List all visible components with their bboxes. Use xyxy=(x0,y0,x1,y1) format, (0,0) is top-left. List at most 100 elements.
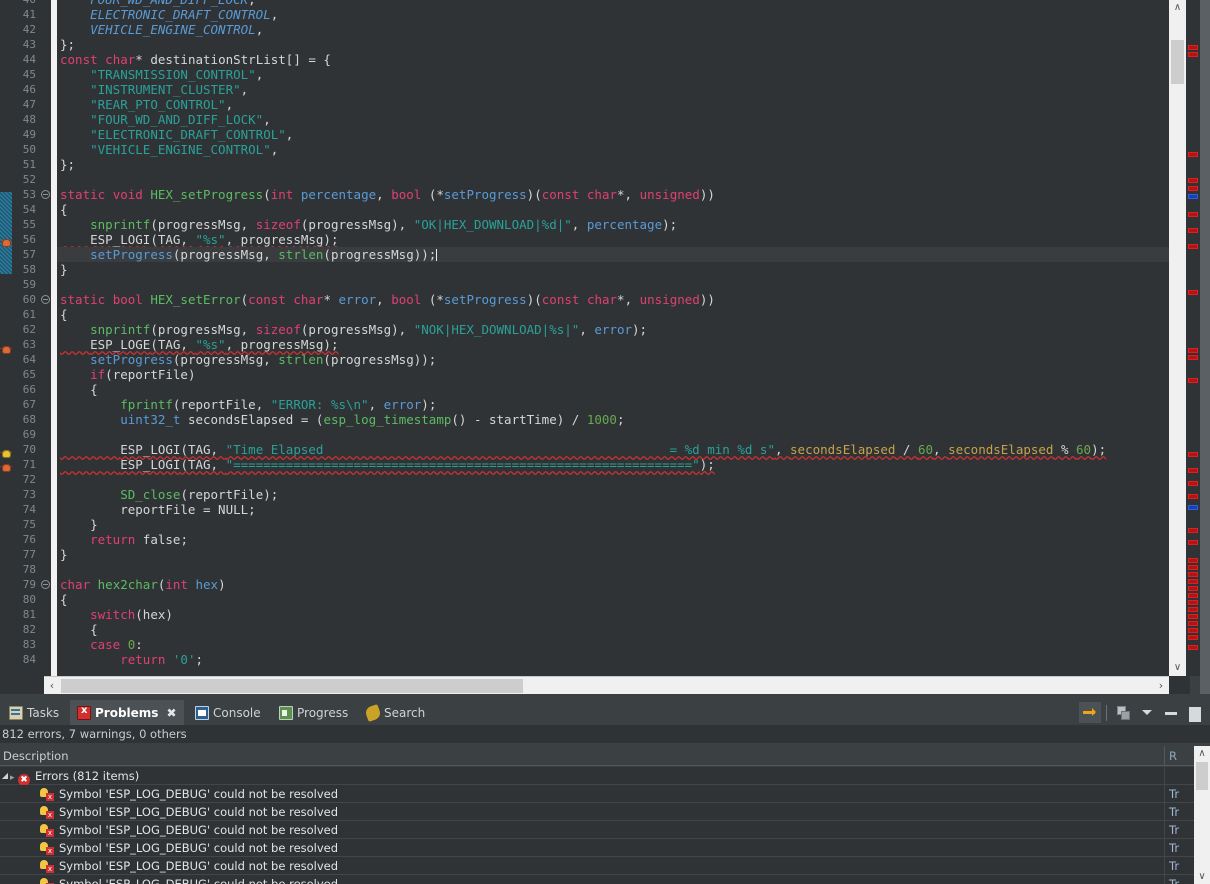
code-line[interactable]: } xyxy=(57,547,1190,562)
code-line[interactable]: { xyxy=(57,307,1190,322)
code-line[interactable]: ESP_LOGI(TAG, "%s", progressMsg); xyxy=(57,232,1190,247)
problems-table-header[interactable]: Description R xyxy=(0,746,1210,766)
overview-error-marker[interactable] xyxy=(1188,468,1198,473)
tab-search[interactable]: Search xyxy=(359,700,432,725)
code-line[interactable]: "FOUR_WD_AND_DIFF_LOCK", xyxy=(57,112,1190,127)
code-line[interactable]: static bool HEX_setError(const char* err… xyxy=(57,292,1190,307)
code-line[interactable] xyxy=(57,277,1190,292)
code-line[interactable]: case 0: xyxy=(57,637,1190,652)
problem-description-cell[interactable]: Symbol 'ESP_LOG_DEBUG' could not be reso… xyxy=(0,875,1165,884)
code-line[interactable]: "VEHICLE_ENGINE_CONTROL", xyxy=(57,142,1190,157)
code-line[interactable]: } xyxy=(57,517,1190,532)
code-line[interactable]: const char* destinationStrList[] = { xyxy=(57,52,1190,67)
problems-group-row[interactable]: ◢ ▸ ✖ Errors (812 items) xyxy=(0,767,1194,785)
code-line[interactable] xyxy=(57,427,1190,442)
code-line[interactable]: static void HEX_setProgress(int percenta… xyxy=(57,187,1190,202)
fold-collapse-icon[interactable] xyxy=(41,295,50,304)
code-line[interactable]: ELECTRONIC_DRAFT_CONTROL, xyxy=(57,7,1190,22)
overview-error-marker[interactable] xyxy=(1188,579,1198,584)
code-line[interactable]: "INSTRUMENT_CLUSTER", xyxy=(57,82,1190,97)
overview-error-marker[interactable] xyxy=(1188,494,1198,499)
code-line[interactable]: SD_close(reportFile); xyxy=(57,487,1190,502)
code-line[interactable]: "TRANSMISSION_CONTROL", xyxy=(57,67,1190,82)
overview-error-marker[interactable] xyxy=(1188,528,1198,533)
code-line[interactable]: { xyxy=(57,202,1190,217)
problems-table-body[interactable]: ◢▸✖ Errors (812 items) Symbol 'ESP_LOG_DEB… xyxy=(0,767,1194,884)
overview-error-marker[interactable] xyxy=(1188,614,1198,619)
overview-error-marker[interactable] xyxy=(1188,607,1198,612)
overview-error-marker[interactable] xyxy=(1188,635,1198,640)
scroll-down-arrow-icon[interactable]: ∨ xyxy=(1169,660,1186,676)
overview-task-marker[interactable] xyxy=(1188,194,1198,199)
overview-error-marker[interactable] xyxy=(1188,600,1198,605)
view-menu-filters-button[interactable] xyxy=(1112,702,1134,723)
overview-error-marker[interactable] xyxy=(1188,452,1198,457)
maximize-button[interactable] xyxy=(1184,702,1206,723)
tab-problems[interactable]: Problems ✖ xyxy=(70,700,184,725)
error-marker-icon[interactable] xyxy=(0,344,14,356)
overview-error-marker[interactable] xyxy=(1188,186,1198,191)
overview-error-marker[interactable] xyxy=(1188,481,1198,486)
error-marker-icon[interactable] xyxy=(0,237,14,249)
fold-collapse-icon[interactable] xyxy=(41,190,50,199)
overview-error-marker[interactable] xyxy=(1188,45,1198,50)
code-line[interactable]: return '0'; xyxy=(57,652,1190,667)
overview-error-marker[interactable] xyxy=(1188,152,1198,157)
scroll-left-arrow-icon[interactable]: ‹ xyxy=(44,677,60,695)
code-line[interactable] xyxy=(57,562,1190,577)
close-icon[interactable]: ✖ xyxy=(166,706,176,720)
overview-error-marker[interactable] xyxy=(1188,212,1198,217)
overview-error-marker[interactable] xyxy=(1188,645,1198,650)
problem-description-cell[interactable]: Symbol 'ESP_LOG_DEBUG' could not be reso… xyxy=(0,803,1165,821)
code-line[interactable] xyxy=(57,472,1190,487)
code-line[interactable]: FOUR_WD_AND_DIFF_LOCK, xyxy=(57,0,1190,7)
scroll-up-arrow-icon[interactable]: ∧ xyxy=(1169,0,1186,16)
horizontal-scroll-thumb[interactable] xyxy=(61,679,523,693)
editor-horizontal-scrollbar[interactable]: ‹ › xyxy=(44,676,1169,694)
view-tab-bar[interactable]: Tasks Problems ✖ Console Progress Search xyxy=(0,700,1210,725)
overview-error-marker[interactable] xyxy=(1188,593,1198,598)
problems-item-row[interactable]: Symbol 'ESP_LOG_DEBUG' could not be reso… xyxy=(0,785,1194,803)
code-line[interactable]: { xyxy=(57,382,1190,397)
problems-scroll-thumb[interactable] xyxy=(1196,762,1208,790)
code-line[interactable] xyxy=(57,172,1190,187)
problem-description-cell[interactable]: Symbol 'ESP_LOG_DEBUG' could not be reso… xyxy=(0,821,1165,839)
code-line[interactable]: snprintf(progressMsg, sizeof(progressMsg… xyxy=(57,322,1190,337)
column-header-description[interactable]: Description xyxy=(0,746,1165,766)
problem-description-cell[interactable]: Symbol 'ESP_LOG_DEBUG' could not be reso… xyxy=(0,839,1165,857)
code-line[interactable]: ESP_LOGI(TAG, "Time Elapsed = %d min %d … xyxy=(57,442,1190,457)
code-line[interactable]: fprintf(reportFile, "ERROR: %s\n", error… xyxy=(57,397,1190,412)
problem-description-cell[interactable]: Symbol 'ESP_LOG_DEBUG' could not be reso… xyxy=(0,785,1165,803)
overview-error-marker[interactable] xyxy=(1188,178,1198,183)
overview-error-marker[interactable] xyxy=(1188,244,1198,249)
column-header-resource[interactable]: R xyxy=(1166,746,1194,766)
problems-item-row[interactable]: Symbol 'ESP_LOG_DEBUG' could not be reso… xyxy=(0,839,1194,857)
code-line[interactable]: snprintf(progressMsg, sizeof(progressMsg… xyxy=(57,217,1190,232)
tab-progress[interactable]: Progress xyxy=(272,700,355,725)
overview-error-marker[interactable] xyxy=(1188,52,1198,57)
editor-text-surface[interactable]: FOUR_WD_AND_DIFF_LOCK, ELECTRONIC_DRAFT_… xyxy=(57,0,1190,676)
overview-error-marker[interactable] xyxy=(1188,558,1198,563)
problems-scroll-up-icon[interactable]: ∧ xyxy=(1194,746,1210,761)
problems-item-row[interactable]: Symbol 'ESP_LOG_DEBUG' could not be reso… xyxy=(0,803,1194,821)
code-line[interactable]: return false; xyxy=(57,532,1190,547)
tab-tasks[interactable]: Tasks xyxy=(2,700,66,725)
code-line[interactable]: setProgress(progressMsg, strlen(progress… xyxy=(57,247,1190,262)
editor-folding-ruler[interactable] xyxy=(40,0,51,676)
overview-error-marker[interactable] xyxy=(1188,565,1198,570)
overview-error-marker[interactable] xyxy=(1188,586,1198,591)
view-menu-button[interactable] xyxy=(1136,702,1158,723)
code-line[interactable]: ESP_LOGI(TAG, "=========================… xyxy=(57,457,1190,472)
overview-task-marker[interactable] xyxy=(1188,505,1198,510)
code-line[interactable]: uint32_t secondsElapsed = (esp_log_times… xyxy=(57,412,1190,427)
overview-error-marker[interactable] xyxy=(1188,228,1198,233)
overview-error-marker[interactable] xyxy=(1188,348,1198,353)
problems-vertical-scrollbar[interactable]: ∧ ∨ xyxy=(1194,746,1210,884)
code-line[interactable]: { xyxy=(57,592,1190,607)
problems-item-row[interactable]: Symbol 'ESP_LOG_DEBUG' could not be reso… xyxy=(0,821,1194,839)
code-line[interactable]: char hex2char(int hex) xyxy=(57,577,1190,592)
editor-vertical-scrollbar[interactable]: ∧ ∨ xyxy=(1169,0,1186,676)
overview-error-marker[interactable] xyxy=(1188,378,1198,383)
minimize-button[interactable] xyxy=(1160,702,1182,723)
problems-scroll-down-icon[interactable]: ∨ xyxy=(1194,869,1210,884)
